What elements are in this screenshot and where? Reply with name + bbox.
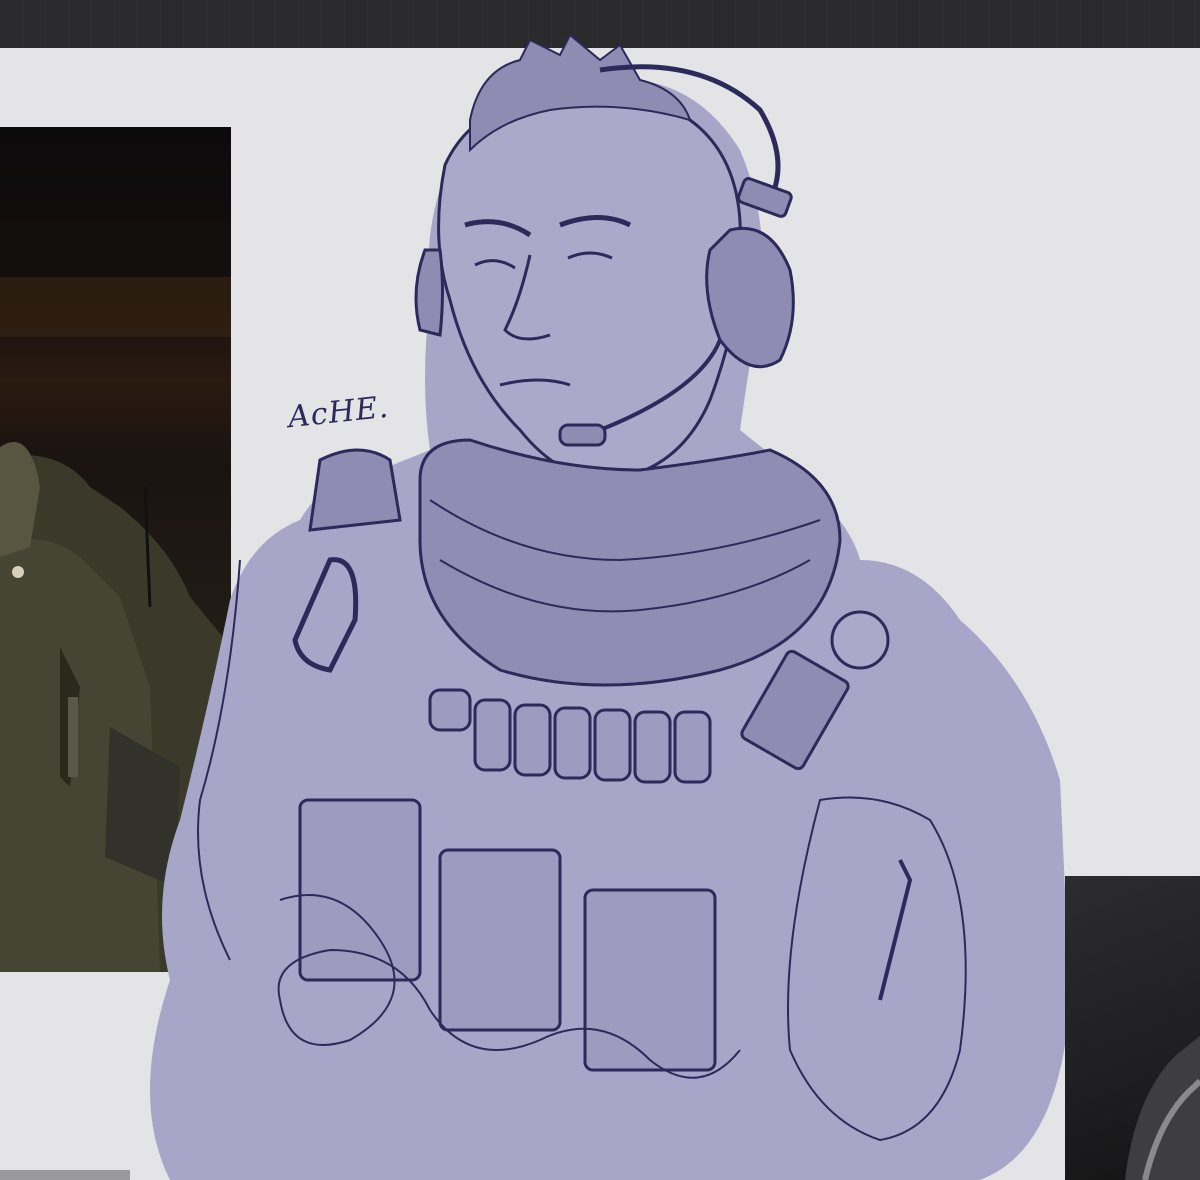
mic-head xyxy=(558,423,607,447)
reference-photo-dark-content xyxy=(1125,1036,1200,1180)
radio-knob xyxy=(830,610,890,670)
shoulder-pad-left xyxy=(308,448,402,532)
character-sketch xyxy=(150,33,1070,1180)
reference-photo-dark[interactable] xyxy=(1065,876,1200,1180)
ear-cup-left xyxy=(414,248,444,337)
reference-photo-strip[interactable] xyxy=(0,1170,130,1180)
